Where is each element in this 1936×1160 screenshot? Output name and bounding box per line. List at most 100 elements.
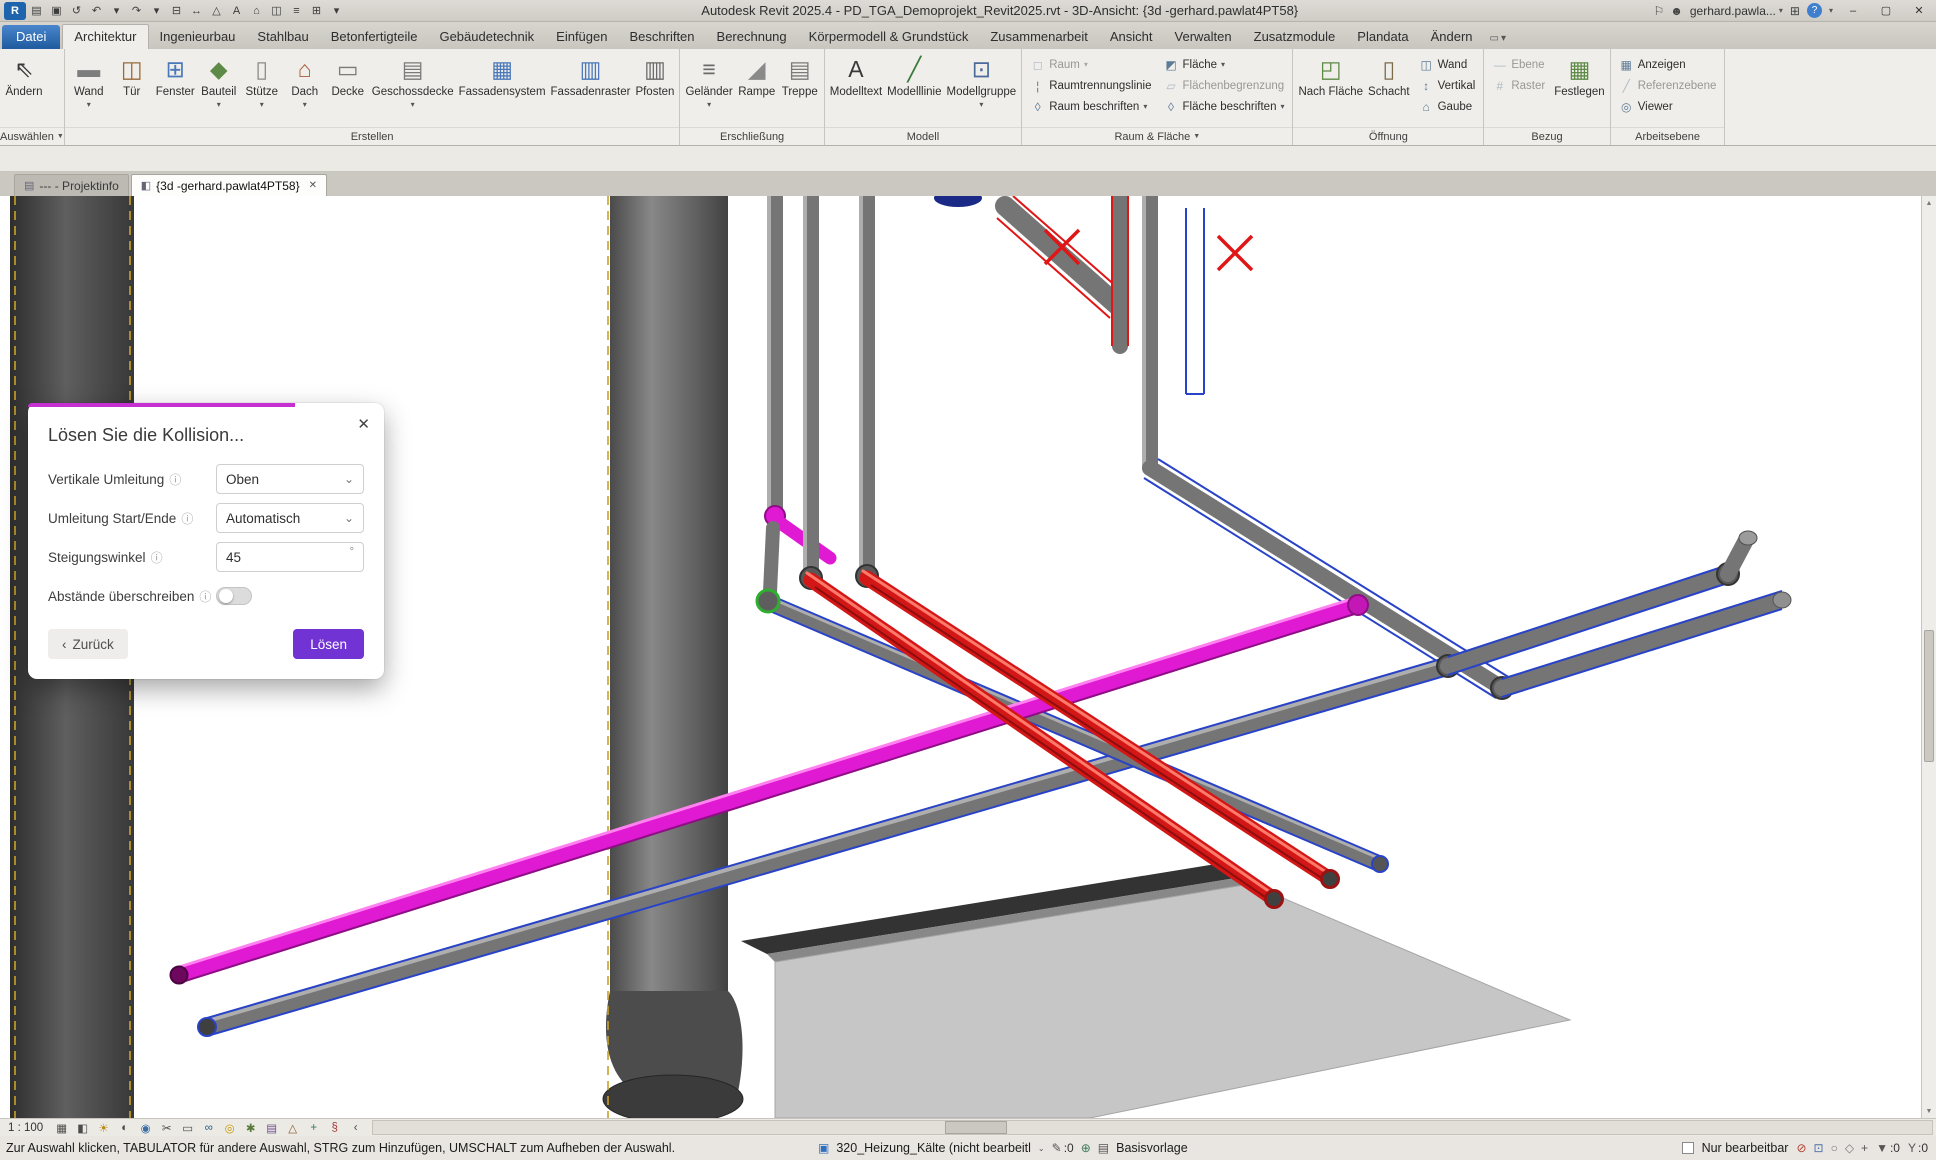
redo-icon[interactable]: ↷ — [127, 2, 146, 20]
ribbon-tab-berechnung[interactable]: Berechnung — [706, 25, 798, 49]
active-workset-dropdown[interactable]: 320_Heizung_Kälte (nicht bearbeitl — [836, 1141, 1031, 1155]
solve-button[interactable]: Lösen — [293, 629, 364, 659]
vertical-scroll-thumb[interactable] — [1924, 630, 1934, 762]
drag-on-selection-icon[interactable]: + — [1861, 1141, 1868, 1155]
people-icon[interactable]: ☻ — [1670, 4, 1683, 18]
andern-button[interactable]: ⇖Ändern — [3, 51, 45, 125]
select-links-icon[interactable]: ⊡ — [1814, 1141, 1824, 1155]
photo-render-icon[interactable]: ◉ — [135, 1120, 156, 1136]
panel-label-arbeitsebene[interactable]: Arbeitsebene — [1611, 127, 1725, 145]
vertikale-umleitung-select[interactable]: Oben⌄ — [216, 464, 364, 494]
crop-view-icon[interactable]: ✂ — [156, 1120, 177, 1136]
undo-icon[interactable]: ↶ — [87, 2, 106, 20]
thin-lines-icon[interactable]: ≡ — [287, 2, 306, 20]
ribbon-tab-datei[interactable]: Datei — [2, 25, 60, 49]
reveal-hidden-icon[interactable]: ◎ — [219, 1120, 240, 1136]
redo-dropdown-icon[interactable]: ▾ — [147, 2, 166, 20]
gaube-button[interactable]: ⌂Gaube — [1417, 98, 1478, 115]
schacht-button[interactable]: ▯Schacht — [1366, 51, 1412, 125]
ribbon-tab-ingenieurbau[interactable]: Ingenieurbau — [149, 25, 247, 49]
decke-button[interactable]: ▭Decke — [327, 51, 369, 125]
editing-requests[interactable]: ✎ :0 — [1052, 1141, 1074, 1155]
geschossdecke-button[interactable]: ▤Geschossdecke▾ — [370, 51, 456, 125]
bauteil-button[interactable]: ◆Bauteil▾ — [198, 51, 240, 125]
panel-label-auswahlen[interactable]: Auswählen▼ — [0, 127, 64, 145]
user-menu[interactable]: gerhard.pawla... ▾ — [1690, 4, 1783, 18]
ribbon-tab-betonfertigteile[interactable]: Betonfertigteile — [320, 25, 429, 49]
selection-filter-count[interactable]: Y:0 — [1908, 1141, 1928, 1155]
ribbon-tab-verwalten[interactable]: Verwalten — [1164, 25, 1243, 49]
panel-label-erstellen[interactable]: Erstellen — [65, 127, 680, 145]
vertical-scrollbar[interactable]: ▲ ▼ — [1921, 196, 1936, 1118]
modelllinie-button[interactable]: ╱Modelllinie — [885, 51, 943, 125]
sync-icon[interactable]: ↺ — [67, 2, 86, 20]
ribbon-tab-stahlbau[interactable]: Stahlbau — [246, 25, 319, 49]
back-button[interactable]: ‹ Zurück — [48, 629, 128, 659]
festlegen-button[interactable]: ▦Festlegen — [1552, 51, 1607, 125]
anzeigen-button[interactable]: ▦Anzeigen — [1617, 56, 1719, 73]
rampe-button[interactable]: ◢Rampe — [736, 51, 778, 125]
temporary-view-properties-icon[interactable]: ▤ — [261, 1120, 282, 1136]
aligned-dimension-icon[interactable]: △ — [207, 2, 226, 20]
scroll-left-icon[interactable]: ‹ — [345, 1120, 366, 1136]
ribbon-tab-zusammenarbeit[interactable]: Zusammenarbeit — [979, 25, 1099, 49]
cart-icon[interactable]: ⊞ — [1790, 4, 1800, 18]
qat-dropdown-icon[interactable]: ▾ — [327, 2, 346, 20]
dach-button[interactable]: ⌂Dach▾ — [284, 51, 326, 125]
exclude-options-icon[interactable]: ⊘ — [1796, 1141, 1806, 1155]
ribbon-tab-andern[interactable]: Ändern — [1420, 25, 1484, 49]
panel-label-modell[interactable]: Modell — [825, 127, 1021, 145]
open-icon[interactable]: ▤ — [27, 2, 46, 20]
sun-path-icon[interactable]: ☀ — [93, 1120, 114, 1136]
scale-button[interactable]: 1 : 100 — [0, 1122, 51, 1134]
umleitung-start-ende-select[interactable]: Automatisch⌄ — [216, 503, 364, 533]
switch-windows-icon[interactable]: ⊞ — [307, 2, 326, 20]
vertikal-button[interactable]: ↕Vertikal — [1417, 77, 1478, 94]
flache-button[interactable]: ◩Fläche▾ — [1162, 56, 1287, 73]
pipe-cluster-top-right[interactable] — [934, 196, 1204, 394]
detail-level-icon[interactable]: ▦ — [51, 1120, 72, 1136]
horizontal-scrollbar[interactable] — [372, 1120, 1933, 1135]
hide-analytical-model-icon[interactable]: △ — [282, 1120, 303, 1136]
nach-flache-button[interactable]: ◰Nach Fläche — [1296, 51, 1365, 125]
flache-beschriften-button[interactable]: ◊Fläche beschriften▾ — [1162, 98, 1287, 115]
reveal-constraints-icon[interactable]: § — [324, 1120, 345, 1136]
measure-icon[interactable]: ↔ — [187, 2, 206, 20]
worksharing-status-icon[interactable]: ⊕ — [1081, 1141, 1091, 1155]
shadows-icon[interactable]: ◐ — [114, 1120, 135, 1136]
steigungswinkel-input[interactable]: 45° — [216, 542, 364, 572]
stutze-button[interactable]: ▯Stütze▾ — [241, 51, 283, 125]
tur-button[interactable]: ◫Tür — [111, 51, 153, 125]
panel-label-erschliessung[interactable]: Erschließung — [680, 127, 823, 145]
horizontal-scroll-thumb[interactable] — [945, 1121, 1007, 1134]
default-3d-view-icon[interactable]: ⌂ — [247, 2, 266, 20]
wand-button[interactable]: ◫Wand — [1417, 56, 1478, 73]
gelander-button[interactable]: ≡Geländer▾ — [683, 51, 734, 125]
filter-count[interactable]: ▼:0 — [1876, 1141, 1900, 1155]
help-icon[interactable]: ? — [1807, 3, 1822, 18]
pipe-gray-right-run[interactable] — [1144, 196, 1791, 699]
notification-icon[interactable]: ⚐ — [1653, 4, 1664, 18]
temporary-hide-isolate-icon[interactable]: ∞ — [198, 1120, 219, 1136]
panel-label-raum-flache[interactable]: Raum & Fläche▼ — [1022, 127, 1292, 145]
fassadensystem-button[interactable]: ▦Fassadensystem — [457, 51, 548, 125]
pipes-vertical-center[interactable] — [765, 196, 878, 592]
ribbon-tab-ansicht[interactable]: Ansicht — [1099, 25, 1164, 49]
panel-label-bezug[interactable]: Bezug — [1484, 127, 1609, 145]
ribbon-tab-gebaudetechnik[interactable]: Gebäudetechnik — [428, 25, 545, 49]
drawing-area[interactable]: ✕ Lösen Sie die Kollision... Vertikale U… — [0, 196, 1921, 1118]
view-tab-1[interactable]: ▤--- - Projektinfo — [14, 174, 129, 196]
panel-label-offnung[interactable]: Öffnung — [1293, 127, 1483, 145]
section-icon[interactable]: ◫ — [267, 2, 286, 20]
close-icon[interactable]: ✕ — [357, 415, 370, 433]
modellgruppe-button[interactable]: ⊡Modellgruppe▾ — [945, 51, 1019, 125]
editable-only-checkbox[interactable] — [1682, 1142, 1694, 1154]
ribbon-tab-einfugen[interactable]: Einfügen — [545, 25, 618, 49]
close-icon[interactable]: ✕ — [309, 180, 317, 191]
active-design-option[interactable]: Basisvorlage — [1116, 1141, 1188, 1155]
abstande-uberschreiben-toggle[interactable] — [216, 587, 252, 605]
visual-style-icon[interactable]: ◧ — [72, 1120, 93, 1136]
ribbon-tab-architektur[interactable]: Architektur — [62, 24, 148, 49]
scroll-down-icon[interactable]: ▼ — [1922, 1104, 1936, 1118]
ribbon-tab-beschriften[interactable]: Beschriften — [618, 25, 705, 49]
